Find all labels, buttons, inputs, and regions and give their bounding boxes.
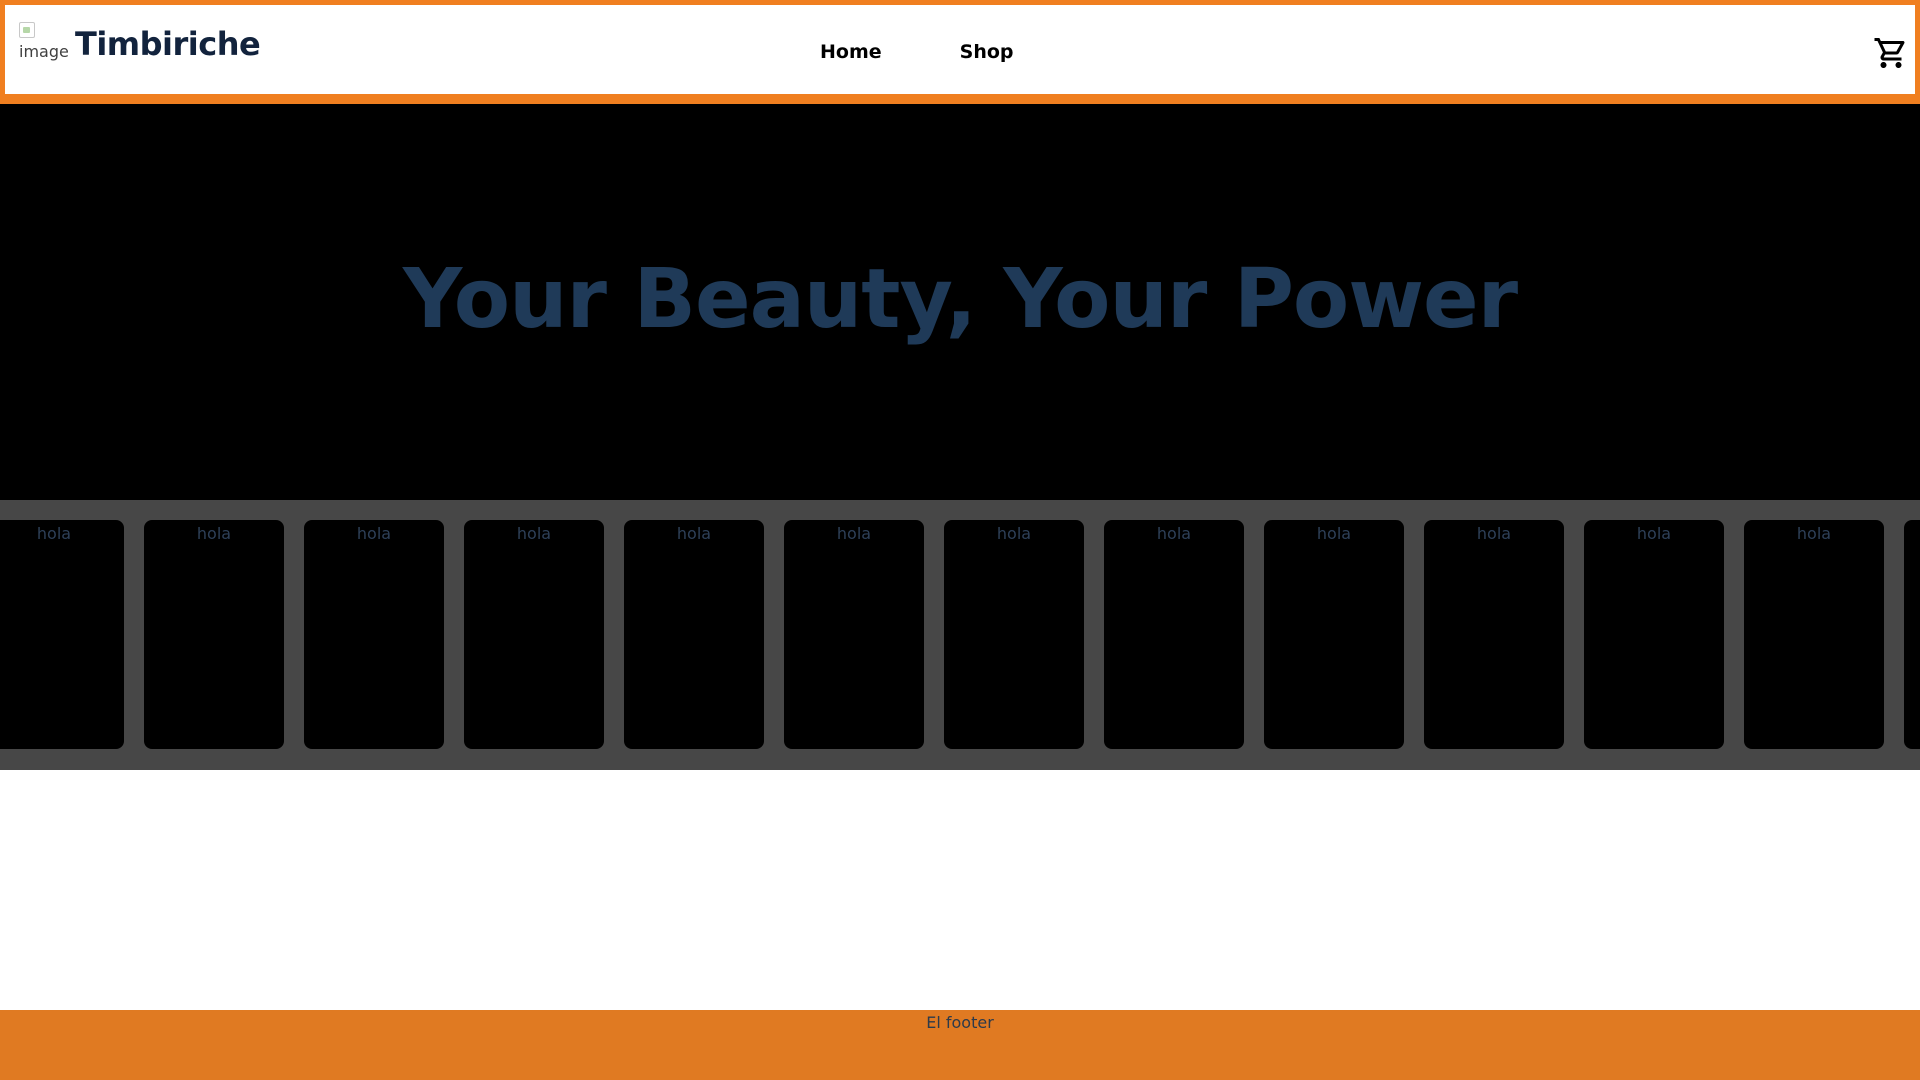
carousel-card[interactable]: hola — [464, 520, 604, 749]
product-carousel[interactable]: hola hola hola hola hola hola hola hola … — [0, 500, 1920, 770]
carousel-card[interactable]: hola — [1744, 520, 1884, 749]
footer-text: El footer — [926, 1013, 994, 1032]
carousel-card[interactable]: hola — [1264, 520, 1404, 749]
card-label: hola — [1476, 524, 1512, 543]
card-label: hola — [1796, 524, 1832, 543]
hero-title: Your Beauty, Your Power — [402, 252, 1518, 347]
brand[interactable]: image Timbiriche — [15, 22, 261, 66]
carousel-card[interactable]: hola — [1424, 520, 1564, 749]
hero-banner: Your Beauty, Your Power — [0, 104, 1920, 500]
nav-shop-link[interactable]: Shop — [960, 41, 1014, 63]
card-label: hola — [996, 524, 1032, 543]
carousel-card[interactable]: hola — [1584, 520, 1724, 749]
card-label: hola — [1156, 524, 1192, 543]
logo-alt-text: image — [19, 42, 69, 61]
carousel-card[interactable]: hola — [0, 520, 124, 749]
nav-home-link[interactable]: Home — [820, 41, 882, 63]
broken-image-icon — [19, 22, 35, 38]
carousel-card[interactable]: hola — [624, 520, 764, 749]
carousel-card[interactable]: hola — [304, 520, 444, 749]
page: image Timbiriche Home Shop Your Beauty, … — [0, 0, 1920, 1080]
card-label: hola — [516, 524, 552, 543]
card-label: hola — [196, 524, 232, 543]
card-label: hola — [1636, 524, 1672, 543]
main-nav: Home Shop — [820, 41, 1014, 63]
card-label: hola — [836, 524, 872, 543]
carousel-card[interactable] — [1904, 520, 1920, 749]
shopping-cart-icon[interactable] — [1873, 35, 1909, 71]
brand-name: Timbiriche — [75, 25, 261, 63]
card-label: hola — [1316, 524, 1352, 543]
site-header: image Timbiriche Home Shop — [0, 0, 1920, 104]
site-footer: El footer — [0, 1010, 1920, 1080]
card-label: hola — [36, 524, 72, 543]
logo-image: image — [15, 22, 73, 66]
carousel-card[interactable]: hola — [144, 520, 284, 749]
card-label: hola — [676, 524, 712, 543]
card-label: hola — [356, 524, 392, 543]
carousel-card[interactable]: hola — [944, 520, 1084, 749]
carousel-card[interactable]: hola — [784, 520, 924, 749]
carousel-card[interactable]: hola — [1104, 520, 1244, 749]
